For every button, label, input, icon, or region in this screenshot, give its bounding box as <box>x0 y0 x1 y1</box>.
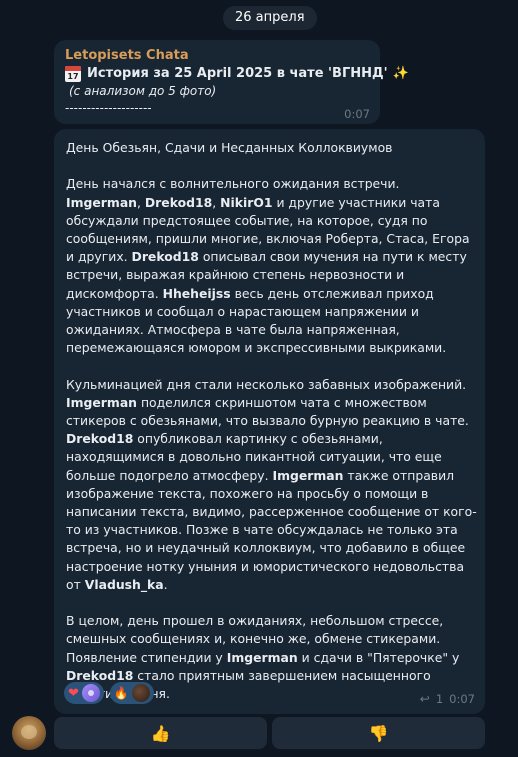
reaction-fire[interactable]: 🔥 <box>109 682 154 704</box>
date-separator: 26 апреля <box>223 6 317 30</box>
username-mention: Vladush_ka <box>84 576 164 592</box>
thumbs-down-icon: 👎 <box>368 723 389 743</box>
username-mention: NikirO1 <box>220 194 273 210</box>
replies-count[interactable]: 1 <box>436 692 443 706</box>
thumbs-up-button[interactable]: 👍 <box>54 717 267 749</box>
reaction-heart[interactable]: ❤ <box>64 682 104 704</box>
message-time: 0:07 <box>344 107 370 121</box>
reactor-avatar-purple <box>81 684 100 702</box>
reactions-bar: ❤ 🔥 <box>64 682 154 704</box>
message-meta: ↩ 1 0:07 <box>420 692 475 706</box>
sender-name[interactable]: Letopisets Chata <box>65 47 370 65</box>
text-run: и сдачи в "Пятерочке" у <box>297 649 460 665</box>
username-mention: Imgerman <box>226 649 298 665</box>
username-mention: Drekod18 <box>66 667 134 683</box>
message-body: День Обезьян, Сдачи и Несданных Коллокви… <box>66 139 477 703</box>
story-paragraph-1: День начался с волнительного ожидания вс… <box>66 175 477 357</box>
text-run: , <box>137 194 145 210</box>
message-time: 0:07 <box>449 692 475 706</box>
text-run: , <box>212 194 221 210</box>
username-mention: Drekod18 <box>144 194 213 210</box>
story-heading: День Обезьян, Сдачи и Несданных Коллокви… <box>66 140 393 155</box>
reply-arrow-icon[interactable]: ↩ <box>420 692 430 706</box>
message-bubble-header[interactable]: Letopisets Chata 17 История за 25 April … <box>54 40 409 124</box>
message-title-text: История за 25 April 2025 в чате 'ВГННД' <box>87 66 388 81</box>
username-mention: Imgerman <box>66 394 137 410</box>
heart-icon: ❤ <box>68 685 79 701</box>
fire-icon: 🔥 <box>113 686 129 700</box>
username-mention: Hheheijss <box>162 285 231 301</box>
calendar-icon: 17 <box>65 66 81 82</box>
message-title: 17 История за 25 April 2025 в чате 'ВГНН… <box>65 65 409 83</box>
sparkles-icon: ✨ <box>392 66 409 81</box>
story-paragraph-2: Кульминацией дня стали несколько забавны… <box>66 376 477 594</box>
username-mention: Imgerman <box>66 194 137 210</box>
text-run: День начался с волнительного ожидания вс… <box>66 176 400 192</box>
message-divider-dashes: -------------------- <box>65 101 152 115</box>
thumbs-up-icon: 👍 <box>150 723 171 743</box>
text-run: также отправил изображение текста, похож… <box>66 467 477 592</box>
sender-avatar[interactable] <box>12 716 46 750</box>
thumbs-down-button[interactable]: 👎 <box>272 717 485 749</box>
username-mention: Drekod18 <box>66 431 134 447</box>
text-run: . <box>163 576 168 592</box>
text-run: Кульминацией дня стали несколько забавны… <box>66 376 467 392</box>
message-bubble-story[interactable]: День Обезьян, Сдачи и Несданных Коллокви… <box>54 129 485 714</box>
username-mention: Imgerman <box>272 467 344 483</box>
message-subtitle: (с анализом до 5 фото) <box>69 84 217 98</box>
reactor-avatar-dark <box>131 684 150 702</box>
username-mention: Drekod18 <box>131 249 199 265</box>
